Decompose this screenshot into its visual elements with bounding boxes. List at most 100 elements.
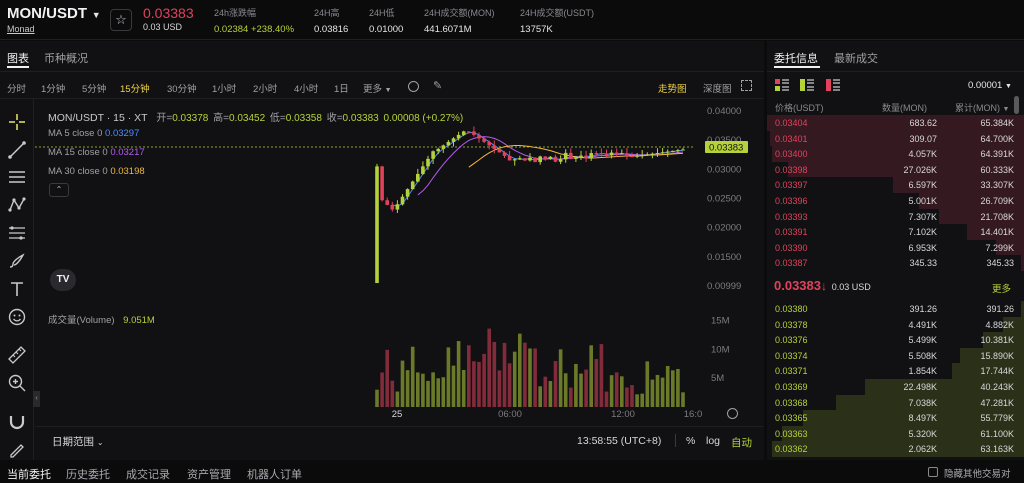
candlestick-chart[interactable]: 0.040000.035000.030000.025000.020000.015…: [35, 99, 764, 426]
total: 65.384K: [980, 118, 1014, 128]
view-bids-icon[interactable]: [800, 79, 814, 91]
ask-row[interactable]: 0.03387 345.33 345.33: [767, 255, 1024, 271]
arrow-down-icon: ↓: [821, 279, 827, 293]
timeframe-4h[interactable]: 4小时: [294, 81, 318, 95]
volume-bar: [461, 370, 466, 407]
chevron-down-icon: ▼: [384, 87, 392, 94]
lock-pencil-icon[interactable]: [6, 438, 28, 460]
candle-body: [446, 141, 451, 146]
text-icon[interactable]: [6, 278, 28, 300]
candle-body: [635, 155, 639, 157]
bid-row[interactable]: 0.03365 8.497K 55.779K: [767, 410, 1024, 426]
bid-row[interactable]: 0.03374 5.508K 15.890K: [767, 347, 1024, 364]
timeframe-tick[interactable]: 分时: [7, 81, 26, 95]
trend-line-icon[interactable]: [6, 139, 28, 161]
volume-bar: [599, 344, 604, 407]
price: 0.03400: [775, 149, 808, 160]
log-scale-toggle[interactable]: log: [706, 435, 720, 447]
ask-row[interactable]: 0.03391 7.102K 14.401K: [767, 224, 1024, 240]
ask-row[interactable]: 0.03398 27.026K 60.333K: [767, 161, 1024, 178]
percent-scale-toggle[interactable]: %: [686, 435, 695, 447]
volume-bar: [421, 373, 425, 407]
candle-body: [441, 145, 446, 149]
total: 7.299K: [985, 242, 1014, 253]
timeframe-1d[interactable]: 1日: [334, 81, 349, 95]
tab-assets[interactable]: 资产管理: [187, 466, 231, 482]
ask-row[interactable]: 0.03400 4.057K 64.391K: [767, 146, 1024, 162]
timeframe-1h[interactable]: 1小时: [212, 81, 236, 95]
bid-row[interactable]: 0.03369 22.498K 40.243K: [767, 379, 1024, 395]
candle-body: [650, 153, 655, 155]
hide-other-pairs-checkbox[interactable]: [928, 467, 938, 477]
tab-order-book[interactable]: 委托信息: [774, 50, 818, 66]
tab-order-book-underline: [774, 66, 820, 68]
timeframe-15m[interactable]: 15分钟: [120, 81, 150, 95]
tab-chart[interactable]: 图表: [7, 50, 29, 66]
crosshair-icon[interactable]: [6, 111, 28, 133]
tab-overview[interactable]: 币种概况: [44, 50, 88, 66]
timeframe-1m[interactable]: 1分钟: [41, 81, 65, 95]
magnet-icon[interactable]: [6, 410, 28, 432]
divider: [675, 434, 676, 447]
indicator-settings-icon[interactable]: [408, 81, 419, 92]
bid-row[interactable]: 0.03371 1.854K 17.744K: [767, 363, 1024, 379]
volume-bar: [528, 348, 532, 407]
depth-chart-button[interactable]: 深度图: [703, 81, 732, 95]
volume-bar: [589, 345, 593, 407]
axis-settings-icon[interactable]: [727, 408, 738, 419]
project-name[interactable]: Monad: [7, 24, 35, 34]
bid-row[interactable]: 0.03378 4.491K 4.882K: [767, 316, 1024, 333]
emoji-icon[interactable]: [6, 306, 28, 328]
ask-row[interactable]: 0.03401 309.07 64.700K: [767, 130, 1024, 147]
stat-high: 24H高 0.03816: [314, 8, 349, 35]
divider: [35, 426, 764, 427]
more-link[interactable]: 更多: [992, 281, 1011, 295]
trend-chart-button[interactable]: 走势图: [658, 81, 687, 95]
candle-body: [640, 155, 644, 157]
stat-low: 24H低 0.01000: [369, 8, 404, 35]
fullscreen-icon[interactable]: [741, 80, 752, 91]
view-both-icon[interactable]: [775, 79, 789, 91]
bid-row[interactable]: 0.03376 5.499K 10.381K: [767, 332, 1024, 348]
tab-open-orders[interactable]: 当前委托: [7, 466, 51, 482]
ask-row[interactable]: 0.03390 6.953K 7.299K: [767, 239, 1024, 256]
timeframe-5m[interactable]: 5分钟: [82, 81, 106, 95]
tab-bot-orders[interactable]: 机器人订单: [247, 466, 302, 482]
auto-scale-toggle[interactable]: 自动: [731, 435, 752, 450]
tab-order-history[interactable]: 历史委托: [66, 466, 110, 482]
ask-row[interactable]: 0.03396 5.001K 26.709K: [767, 193, 1024, 209]
bid-row[interactable]: 0.03362 2.062K 63.163K: [767, 441, 1024, 457]
symbol-selector[interactable]: MON/USDT ▼: [7, 5, 101, 22]
favorite-star-icon[interactable]: ☆: [110, 9, 132, 31]
bid-row[interactable]: 0.03363 5.320K 61.100K: [767, 425, 1024, 442]
ask-row[interactable]: 0.03404 683.62 65.384K: [767, 115, 1024, 131]
candle-body: [487, 141, 491, 146]
date-range-button[interactable]: 日期范围 ⌄: [52, 434, 104, 449]
timeframe-2h[interactable]: 2小时: [253, 81, 277, 95]
drawing-brush-icon[interactable]: ✎: [433, 79, 442, 92]
timeframe-more[interactable]: 更多 ▼: [363, 81, 392, 95]
volume-bar: [665, 365, 670, 407]
brush-icon[interactable]: [6, 250, 28, 272]
horizontal-lines-icon[interactable]: [6, 166, 28, 188]
ask-row[interactable]: 0.03397 6.597K 33.307K: [767, 177, 1024, 193]
zoom-in-icon[interactable]: [6, 372, 28, 394]
candle-body: [421, 166, 425, 174]
timeframe-30m[interactable]: 30分钟: [167, 81, 197, 95]
view-asks-icon[interactable]: [826, 79, 840, 91]
volume-bar: [548, 381, 553, 407]
candle-body: [405, 189, 410, 197]
precision-selector[interactable]: 0.00001 ▼: [968, 80, 1012, 91]
bid-row[interactable]: 0.03368 7.038K 47.281K: [767, 394, 1024, 411]
orderbook-scrollbar[interactable]: [1014, 96, 1019, 114]
volume-bar: [671, 370, 675, 407]
volume-bar: [558, 349, 563, 407]
pattern-icon[interactable]: [6, 194, 28, 216]
fibonacci-icon[interactable]: [6, 222, 28, 244]
tab-trade-history[interactable]: 成交记录: [126, 466, 170, 482]
ruler-icon[interactable]: [6, 344, 28, 366]
tab-latest-trades[interactable]: 最新成交: [834, 50, 878, 66]
bid-row[interactable]: 0.03380 391.26 391.26: [767, 301, 1024, 317]
ask-row[interactable]: 0.03393 7.307K 21.708K: [767, 208, 1024, 225]
price: 0.03368: [775, 397, 808, 408]
